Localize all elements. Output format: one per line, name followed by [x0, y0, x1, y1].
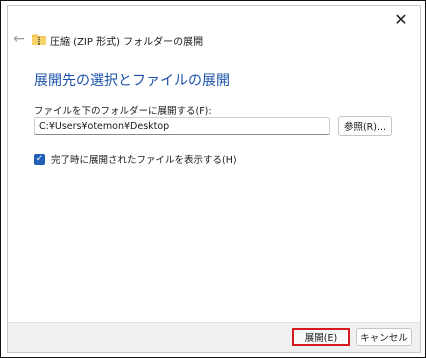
close-icon: ✕: [394, 9, 408, 29]
checkmark-icon: ✓: [35, 153, 44, 164]
browse-button[interactable]: 参照(R)...: [338, 116, 392, 136]
page-heading: 展開先の選択とファイルの展開: [34, 73, 230, 89]
window-title: 圧縮 (ZIP 形式) フォルダーの展開: [50, 37, 204, 48]
close-button[interactable]: ✕: [388, 8, 414, 30]
back-arrow-icon: ←: [13, 31, 25, 47]
show-files-option[interactable]: ✓ 完了時に展開されたファイルを表示する(H): [34, 152, 237, 166]
back-button[interactable]: ←: [10, 30, 28, 48]
dialog-footer: 展開(E) キャンセル: [8, 322, 420, 352]
show-files-checkbox[interactable]: ✓: [34, 153, 45, 165]
extract-dialog: ✕ ← 圧縮 (ZIP 形式) フォルダーの展開 展開先の選択とファイルの展開 …: [7, 5, 421, 353]
show-files-label: 完了時に展開されたファイルを表示する(H): [51, 155, 237, 166]
destination-path-input[interactable]: [34, 117, 330, 135]
destination-label: ファイルを下のフォルダーに展開する(F):: [34, 106, 212, 117]
screenshot-frame: ✕ ← 圧縮 (ZIP 形式) フォルダーの展開 展開先の選択とファイルの展開 …: [0, 0, 426, 358]
extract-button[interactable]: 展開(E): [292, 328, 350, 346]
zip-folder-icon: [32, 34, 46, 45]
cancel-button[interactable]: キャンセル: [356, 328, 412, 346]
